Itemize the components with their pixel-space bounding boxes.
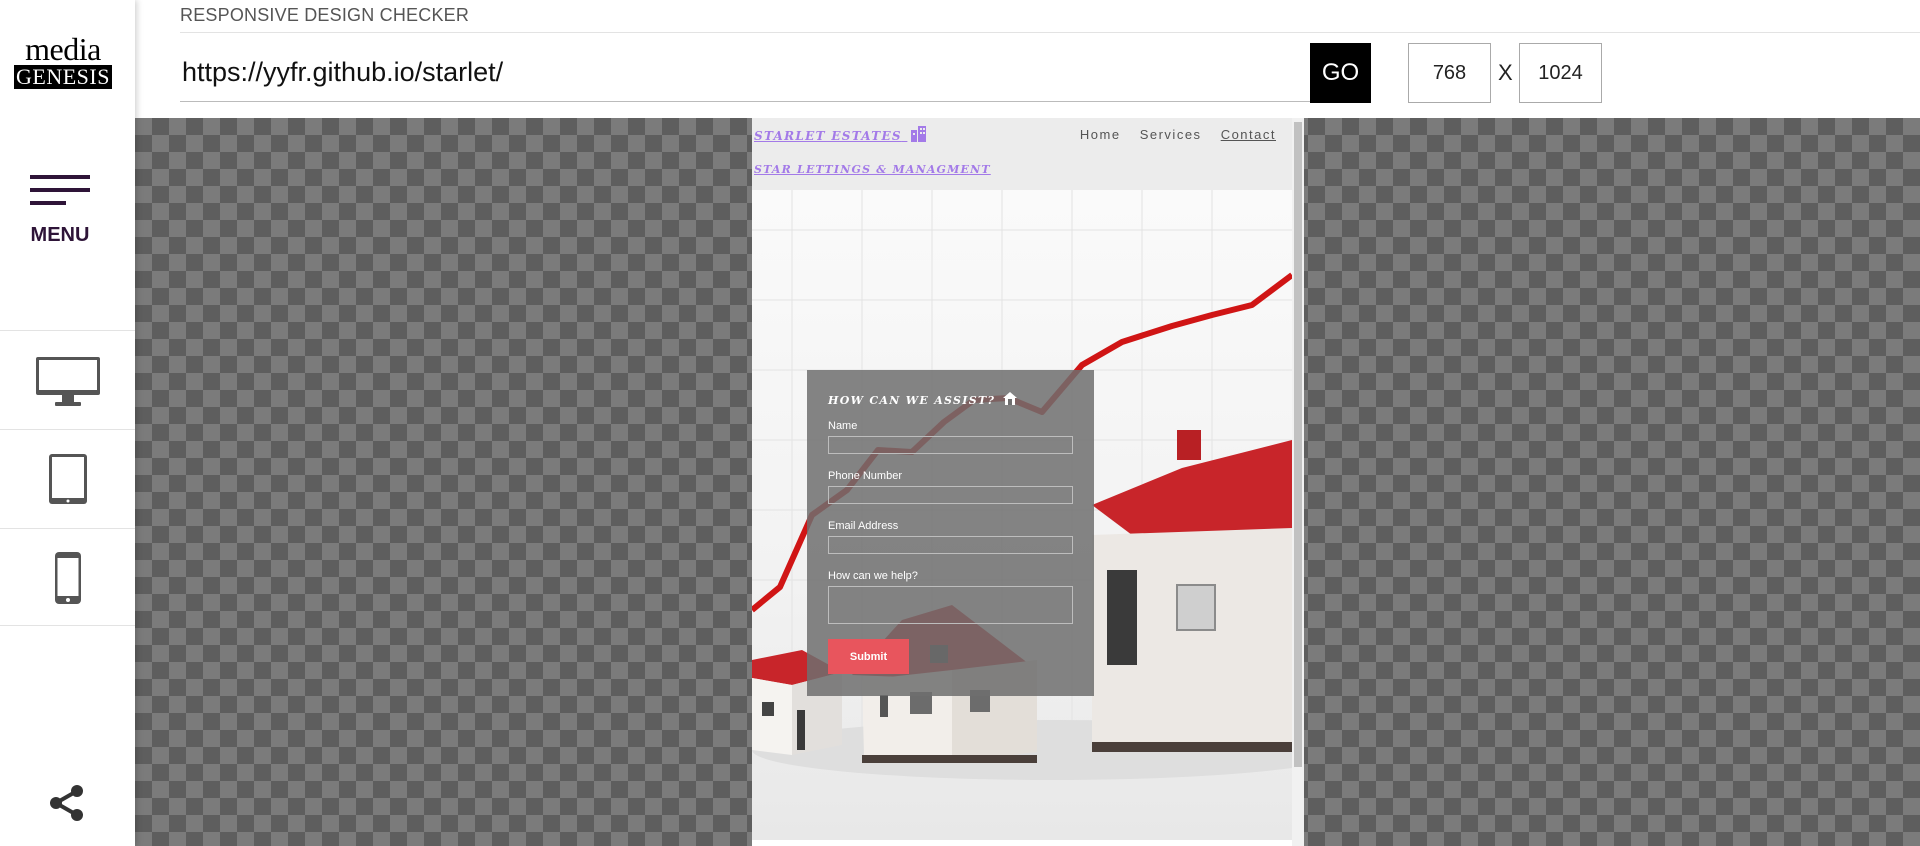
site-header: STARLET ESTATES Home Services Contact ST… (752, 118, 1292, 190)
site-brand-link[interactable]: STARLET ESTATES (754, 126, 928, 143)
email-field[interactable] (828, 536, 1073, 554)
desktop-icon (36, 357, 100, 406)
logo-text-top: media (25, 31, 101, 67)
share-button[interactable] (46, 782, 88, 829)
divider (180, 32, 1920, 33)
top-bar: RESPONSIVE DESIGN CHECKER GO X (135, 0, 1920, 118)
name-field[interactable] (828, 436, 1073, 454)
submit-button[interactable]: Submit (828, 639, 909, 674)
hamburger-icon (30, 175, 90, 214)
help-label: How can we help? (828, 570, 918, 582)
name-label: Name (828, 420, 858, 432)
phone-view-button[interactable] (0, 528, 135, 626)
media-genesis-logo[interactable]: media GENESIS (14, 31, 112, 89)
width-input[interactable] (1408, 43, 1491, 103)
dimension-separator: X (1498, 60, 1513, 85)
go-button[interactable]: GO (1310, 43, 1371, 103)
help-textarea[interactable] (828, 586, 1073, 624)
site-tagline-link[interactable]: STAR LETTINGS & MANAGMENT (754, 163, 991, 176)
phone-icon (55, 552, 81, 604)
tablet-view-button[interactable] (0, 429, 135, 527)
site-brand-text: STARLET ESTATES (754, 129, 902, 143)
contact-form: HOW CAN WE ASSIST? Name Phone Number Ema… (807, 370, 1094, 696)
share-icon (50, 785, 83, 821)
menu-button[interactable]: MENU (0, 170, 135, 250)
height-input[interactable] (1519, 43, 1602, 103)
nav-contact[interactable]: Contact (1221, 127, 1276, 142)
form-title-text: HOW CAN WE ASSIST? (828, 394, 996, 407)
desktop-view-button[interactable] (0, 330, 135, 428)
preview-frame[interactable]: STARLET ESTATES Home Services Contact ST… (752, 118, 1304, 846)
email-label: Email Address (828, 520, 899, 532)
nav-services[interactable]: Services (1140, 127, 1202, 142)
hero-image: HOW CAN WE ASSIST? Name Phone Number Ema… (752, 190, 1292, 840)
logo-text-bottom: GENESIS (14, 65, 112, 89)
form-title: HOW CAN WE ASSIST? (828, 392, 1018, 407)
menu-label: MENU (30, 224, 90, 246)
tablet-icon (49, 454, 87, 504)
phone-field[interactable] (828, 486, 1073, 504)
building-icon (911, 126, 927, 142)
frame-scrollbar[interactable] (1292, 118, 1304, 846)
nav-home[interactable]: Home (1080, 127, 1121, 142)
preview-stage: STARLET ESTATES Home Services Contact ST… (135, 118, 1920, 846)
url-input[interactable] (180, 44, 1310, 102)
house-icon (1003, 392, 1018, 405)
sidebar: media GENESIS MENU (0, 0, 135, 846)
phone-label: Phone Number (828, 470, 902, 482)
site-nav: Home Services Contact (1066, 127, 1276, 142)
app-title: RESPONSIVE DESIGN CHECKER (180, 5, 470, 25)
frame-scrollbar-thumb[interactable] (1294, 122, 1302, 767)
